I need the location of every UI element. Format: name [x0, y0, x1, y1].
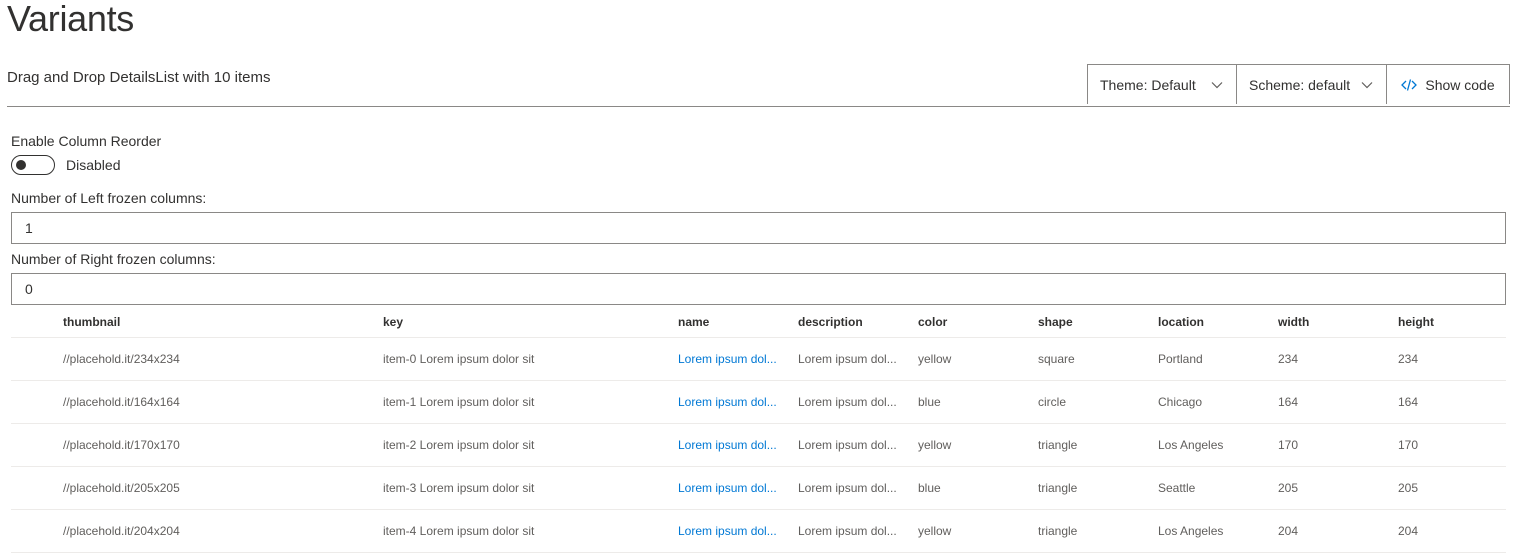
left-frozen-label: Number of Left frozen columns: — [11, 190, 207, 206]
cell-color: yellow — [918, 438, 952, 452]
cell-location: Seattle — [1158, 481, 1196, 495]
cell-name[interactable]: Lorem ipsum dol... — [678, 395, 798, 409]
cell-description: Lorem ipsum dol... — [798, 524, 897, 538]
cell-location: Los Angeles — [1158, 524, 1224, 538]
cell-description: Lorem ipsum dol... — [798, 352, 897, 366]
column-reorder-label: Enable Column Reorder — [11, 133, 162, 149]
cell-height: 164 — [1398, 395, 1419, 409]
cell-width: 234 — [1278, 352, 1299, 366]
table-row[interactable]: //placehold.it/170x170 item-2 Lorem ipsum… — [11, 424, 1506, 467]
cell-height: 234 — [1398, 352, 1419, 366]
column-header-color[interactable]: color — [918, 315, 1038, 329]
column-reorder-state: Disabled — [66, 157, 121, 173]
cell-thumbnail: //placehold.it/205x205 — [63, 481, 180, 495]
cell-shape: triangle — [1038, 438, 1078, 452]
cell-shape: triangle — [1038, 481, 1078, 495]
cell-height: 170 — [1398, 438, 1419, 452]
right-frozen-input[interactable]: 0 — [11, 273, 1506, 305]
cell-shape: triangle — [1038, 524, 1078, 538]
cell-name[interactable]: Lorem ipsum dol... — [678, 524, 798, 538]
left-frozen-input[interactable]: 1 — [11, 212, 1506, 244]
cell-name[interactable]: Lorem ipsum dol... — [678, 352, 798, 366]
theme-dropdown-label: Theme: Default — [1100, 76, 1196, 93]
cell-height: 204 — [1398, 524, 1419, 538]
cell-name[interactable]: Lorem ipsum dol... — [678, 481, 798, 495]
table-row[interactable]: //placehold.it/205x205 item-3 Lorem ipsum… — [11, 467, 1506, 510]
cell-key: item-0 Lorem ipsum dolor sit — [383, 352, 535, 366]
column-reorder-toggle-row: Disabled — [11, 155, 120, 175]
right-frozen-value: 0 — [25, 281, 33, 297]
details-list-header: thumbnail key name description color sha… — [11, 306, 1506, 338]
column-header-key[interactable]: key — [383, 315, 678, 329]
column-header-thumbnail[interactable]: thumbnail — [63, 315, 383, 329]
scheme-dropdown-label: Scheme: default — [1249, 76, 1351, 93]
section-title: Drag and Drop DetailsList with 10 items — [7, 69, 271, 86]
table-row[interactable]: //placehold.it/164x164 item-1 Lorem ipsum… — [11, 381, 1506, 424]
code-icon — [1401, 78, 1418, 91]
cell-color: blue — [918, 395, 941, 409]
cell-color: yellow — [918, 524, 952, 538]
details-list: thumbnail key name description color sha… — [11, 306, 1506, 553]
right-frozen-label: Number of Right frozen columns: — [11, 251, 216, 267]
cell-description: Lorem ipsum dol... — [798, 438, 897, 452]
table-row[interactable]: //placehold.it/204x204 item-4 Lorem ipsum… — [11, 510, 1506, 553]
page: Variants Drag and Drop DetailsList with … — [0, 0, 1515, 559]
show-code-button[interactable]: Show code — [1386, 64, 1510, 104]
cell-location: Los Angeles — [1158, 438, 1224, 452]
cell-key: item-4 Lorem ipsum dolor sit — [383, 524, 535, 538]
column-header-name[interactable]: name — [678, 315, 798, 329]
chevron-down-icon — [1211, 81, 1223, 88]
cell-location: Chicago — [1158, 395, 1203, 409]
column-header-shape[interactable]: shape — [1038, 315, 1158, 329]
table-row[interactable]: //placehold.it/234x234 item-0 Lorem ipsum… — [11, 338, 1506, 381]
cell-key: item-2 Lorem ipsum dolor sit — [383, 438, 535, 452]
cell-description: Lorem ipsum dol... — [798, 481, 897, 495]
cell-thumbnail: //placehold.it/234x234 — [63, 352, 180, 366]
chevron-down-icon — [1361, 81, 1373, 88]
cell-key: item-3 Lorem ipsum dolor sit — [383, 481, 535, 495]
cell-height: 205 — [1398, 481, 1419, 495]
cell-width: 170 — [1278, 438, 1299, 452]
cell-shape: circle — [1038, 395, 1067, 409]
cell-thumbnail: //placehold.it/204x204 — [63, 524, 180, 538]
column-header-width[interactable]: width — [1278, 315, 1398, 329]
toggle-knob — [16, 160, 26, 170]
cell-thumbnail: //placehold.it/170x170 — [63, 438, 180, 452]
cell-thumbnail: //placehold.it/164x164 — [63, 395, 180, 409]
cell-location: Portland — [1158, 352, 1203, 366]
header-controls: Theme: Default Scheme: default Show code — [1087, 64, 1510, 105]
cell-width: 164 — [1278, 395, 1299, 409]
cell-color: yellow — [918, 352, 952, 366]
cell-width: 205 — [1278, 481, 1299, 495]
section-header: Drag and Drop DetailsList with 10 items … — [7, 64, 1510, 107]
details-list-body: //placehold.it/234x234 item-0 Lorem ipsum… — [11, 338, 1506, 553]
cell-color: blue — [918, 481, 941, 495]
cell-shape: square — [1038, 352, 1075, 366]
column-header-height[interactable]: height — [1398, 315, 1506, 329]
scheme-dropdown[interactable]: Scheme: default — [1236, 64, 1387, 104]
show-code-label: Show code — [1425, 76, 1495, 93]
column-header-location[interactable]: location — [1158, 315, 1278, 329]
column-header-description[interactable]: description — [798, 315, 918, 329]
cell-description: Lorem ipsum dol... — [798, 395, 897, 409]
cell-key: item-1 Lorem ipsum dolor sit — [383, 395, 535, 409]
cell-name[interactable]: Lorem ipsum dol... — [678, 438, 798, 452]
theme-dropdown[interactable]: Theme: Default — [1087, 64, 1237, 104]
page-title: Variants — [7, 0, 134, 39]
column-reorder-toggle[interactable] — [11, 155, 55, 175]
left-frozen-value: 1 — [25, 220, 33, 236]
cell-width: 204 — [1278, 524, 1299, 538]
